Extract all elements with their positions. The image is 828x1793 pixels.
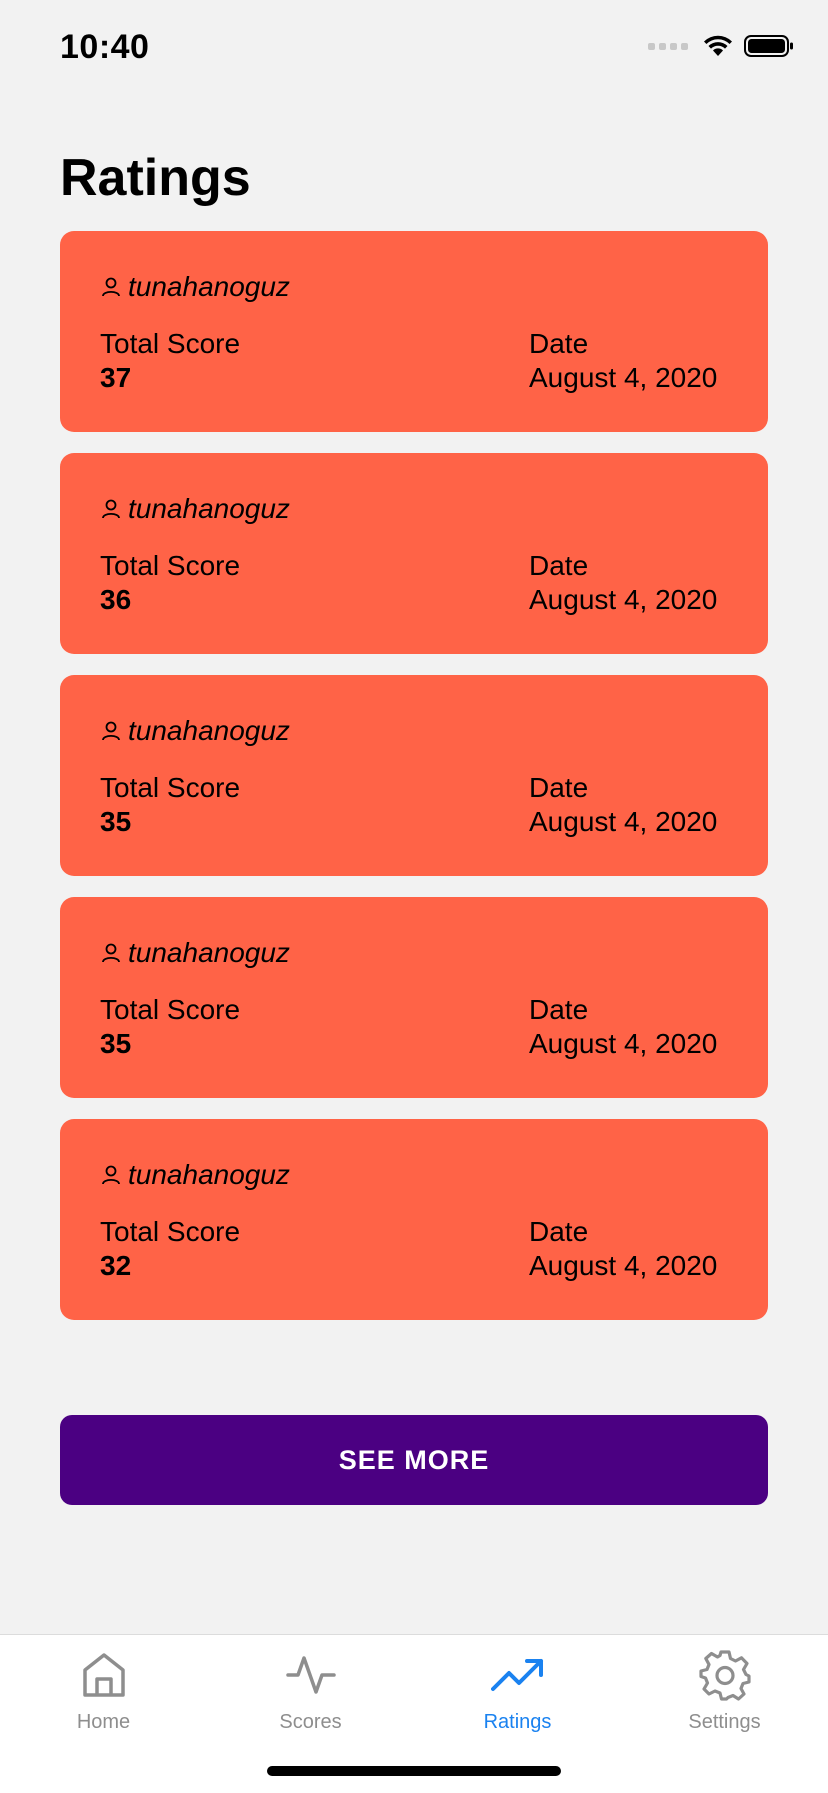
- status-time: 10:40: [60, 28, 150, 66]
- date-value: August 4, 2020: [529, 1028, 718, 1059]
- date-value: August 4, 2020: [529, 584, 718, 615]
- see-more-button[interactable]: SEE MORE: [60, 1415, 768, 1505]
- score-label: Total Score: [100, 994, 241, 1025]
- card-username: tunahanoguz: [128, 937, 290, 968]
- score-label: Total Score: [100, 550, 241, 581]
- date-label: Date: [529, 328, 589, 359]
- score-label: Total Score: [100, 772, 241, 803]
- score-value: 35: [100, 806, 132, 837]
- card-user: tunahanoguz: [100, 1159, 290, 1191]
- date-column: Date August 4, 2020: [529, 549, 717, 617]
- date-column: Date August 4, 2020: [529, 771, 717, 839]
- status-icons: [648, 34, 794, 58]
- cellular-signal-icon: [648, 42, 688, 50]
- activity-icon: [285, 1647, 336, 1703]
- home-indicator: [267, 1766, 561, 1776]
- rating-card[interactable]: tunahanoguz Total Score 32 Date August 4…: [60, 1119, 768, 1320]
- rating-card[interactable]: tunahanoguz Total Score 35 Date August 4…: [60, 675, 768, 876]
- status-bar: 10:40: [0, 0, 828, 100]
- card-user: tunahanoguz: [100, 937, 290, 969]
- tab-label: Home: [76, 1711, 131, 1733]
- score-column: Total Score 35: [100, 993, 240, 1061]
- page-title: Ratings: [60, 149, 251, 207]
- tab-ratings[interactable]: Ratings: [414, 1647, 621, 1734]
- card-username: tunahanoguz: [128, 493, 290, 524]
- score-column: Total Score 37: [100, 327, 240, 395]
- rating-card[interactable]: tunahanoguz Total Score 35 Date August 4…: [60, 897, 768, 1098]
- user-icon: [102, 721, 120, 741]
- score-label: Total Score: [100, 328, 241, 359]
- tab-label: Ratings: [483, 1711, 552, 1733]
- trending-up-icon: [490, 1647, 545, 1703]
- wifi-icon: [704, 35, 732, 56]
- score-column: Total Score 32: [100, 1215, 240, 1283]
- rating-card[interactable]: tunahanoguz Total Score 36 Date August 4…: [60, 453, 768, 654]
- user-icon: [102, 277, 120, 297]
- card-username: tunahanoguz: [128, 1159, 290, 1190]
- card-username: tunahanoguz: [128, 271, 290, 302]
- score-column: Total Score 36: [100, 549, 240, 617]
- date-label: Date: [529, 994, 589, 1025]
- card-user: tunahanoguz: [100, 493, 290, 525]
- card-username: tunahanoguz: [128, 715, 290, 746]
- gear-icon: [698, 1647, 751, 1703]
- score-value: 37: [100, 362, 132, 393]
- score-column: Total Score 35: [100, 771, 240, 839]
- tab-label: Settings: [688, 1711, 761, 1733]
- date-label: Date: [529, 550, 589, 581]
- date-label: Date: [529, 1216, 589, 1247]
- tab-settings[interactable]: Settings: [621, 1647, 828, 1734]
- date-value: August 4, 2020: [529, 1250, 718, 1281]
- date-column: Date August 4, 2020: [529, 327, 717, 395]
- user-icon: [102, 943, 120, 963]
- date-column: Date August 4, 2020: [529, 993, 717, 1061]
- ratings-list: tunahanoguz Total Score 37 Date August 4…: [60, 231, 768, 1341]
- user-icon: [102, 1165, 120, 1185]
- user-icon: [102, 499, 120, 519]
- tab-scores[interactable]: Scores: [207, 1647, 414, 1734]
- card-user: tunahanoguz: [100, 715, 290, 747]
- home-icon: [80, 1647, 128, 1703]
- battery-icon: [744, 35, 793, 57]
- rating-card[interactable]: tunahanoguz Total Score 37 Date August 4…: [60, 231, 768, 432]
- date-label: Date: [529, 772, 589, 803]
- date-column: Date August 4, 2020: [529, 1215, 717, 1283]
- score-label: Total Score: [100, 1216, 241, 1247]
- date-value: August 4, 2020: [529, 806, 718, 837]
- tab-label: Scores: [279, 1711, 342, 1733]
- score-value: 35: [100, 1028, 132, 1059]
- score-value: 32: [100, 1250, 132, 1281]
- card-user: tunahanoguz: [100, 271, 290, 303]
- score-value: 36: [100, 584, 132, 615]
- tab-home[interactable]: Home: [0, 1647, 207, 1734]
- date-value: August 4, 2020: [529, 362, 718, 393]
